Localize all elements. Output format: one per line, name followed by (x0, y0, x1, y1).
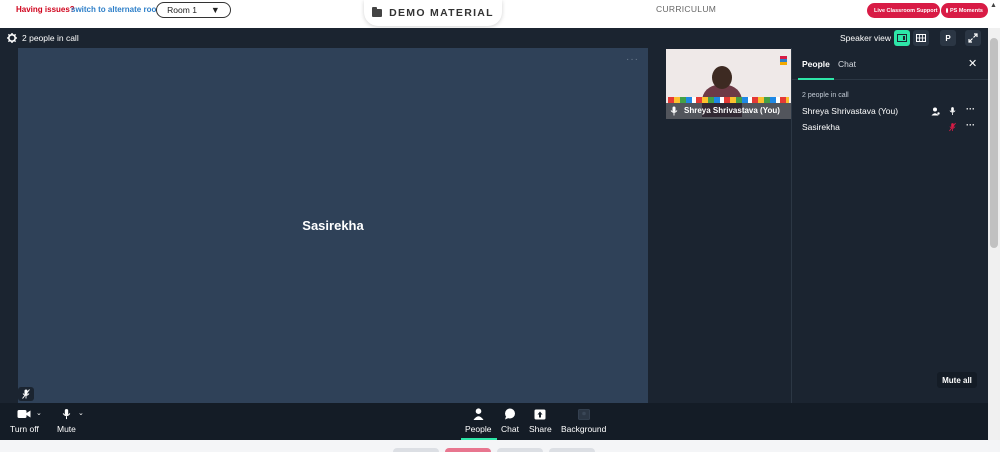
speaker-view-button[interactable] (894, 30, 910, 46)
mic-icon (670, 106, 678, 116)
people-label: People (465, 424, 492, 434)
mute-button[interactable]: Mute (57, 407, 76, 434)
people-button[interactable]: People (465, 407, 491, 434)
panel-tabs: People Chat ✕ (792, 48, 989, 80)
ps-moments-label: PS Moments (949, 7, 983, 14)
mute-all-button[interactable]: Mute all (937, 372, 977, 388)
bottom-tab-peek (393, 448, 439, 452)
grid-view-button[interactable] (913, 30, 929, 46)
more-icon[interactable]: ··· (966, 104, 975, 114)
gear-icon[interactable] (7, 33, 17, 43)
speaker-view-icon (897, 34, 907, 42)
more-icon[interactable]: ··· (626, 54, 639, 65)
demo-material-button[interactable]: DEMO MATERIAL (364, 0, 502, 26)
mute-label: Mute (57, 424, 76, 434)
share-label: Share (529, 424, 552, 434)
muted-badge (18, 387, 34, 401)
call-controls: Turn off ⌄ Mute ⌄ People Chat Share Back… (0, 403, 988, 440)
top-bar: Having issues? switch to alternate room … (0, 0, 1000, 28)
bottom-tab-peek (445, 448, 491, 452)
call-window: 2 people in call Speaker view P ··· Sasi… (0, 28, 989, 440)
participant-name: Shreya Shrivastava (You) (802, 106, 899, 116)
turn-off-camera-button[interactable]: Turn off (10, 407, 39, 434)
caret-down-icon: ▼ (210, 5, 220, 15)
chat-bubble-icon (502, 407, 518, 421)
bottom-tab-peek (497, 448, 543, 452)
participant-row[interactable]: Sasirekha ··· (802, 120, 982, 135)
call-header: 2 people in call Speaker view P (0, 28, 988, 48)
close-icon[interactable]: ✕ (968, 57, 977, 70)
fullscreen-button[interactable] (965, 30, 981, 46)
fullscreen-icon (968, 33, 978, 43)
mic-off-icon[interactable] (947, 121, 957, 133)
camera-icon (16, 407, 32, 421)
folder-icon (372, 7, 383, 17)
chevron-down-icon[interactable]: ⌄ (78, 409, 84, 417)
chat-label: Chat (501, 424, 519, 434)
speaker-view-label: Speaker view (840, 33, 892, 43)
share-button[interactable]: Share (529, 407, 552, 434)
live-support-button[interactable]: Live Classroom Support (867, 3, 940, 18)
p-button[interactable]: P (940, 30, 956, 46)
demo-material-label: DEMO MATERIAL (389, 7, 494, 19)
people-count: 2 people in call (22, 33, 79, 43)
host-icon (930, 105, 940, 117)
scroll-up-icon[interactable]: ▲ (990, 2, 997, 9)
self-name-overlay: Shreya Shrivastava (You) (666, 103, 791, 119)
issues-text: Having issues? (16, 5, 75, 14)
turn-off-label: Turn off (10, 424, 39, 434)
ps-moments-button[interactable]: PS Moments (941, 3, 988, 18)
wall-logo-icon (780, 56, 787, 65)
scrollbar-thumb[interactable] (990, 38, 998, 248)
participant-row[interactable]: Shreya Shrivastava (You) ··· (802, 104, 982, 119)
tab-chat[interactable]: Chat (838, 59, 856, 69)
live-support-label: Live Classroom Support (874, 7, 938, 14)
grid-view-icon (916, 34, 926, 42)
self-name: Shreya Shrivastava (You) (684, 106, 780, 115)
chat-button[interactable]: Chat (501, 407, 519, 434)
more-icon[interactable]: ··· (966, 120, 975, 130)
chevron-down-icon[interactable]: ⌄ (36, 409, 42, 417)
person-icon (470, 407, 486, 421)
people-panel: People Chat ✕ 2 people in call Shreya Sh… (791, 48, 989, 403)
background-label: Background (561, 424, 607, 434)
participant-name: Sasirekha (802, 122, 840, 132)
page-scrollbar[interactable] (988, 28, 1000, 440)
self-video-person-head (712, 66, 732, 89)
room-select[interactable]: Room 1 ▼ (156, 2, 231, 18)
tab-people[interactable]: People (802, 59, 830, 69)
self-video-tile[interactable]: Shreya Shrivastava (You) (666, 49, 791, 119)
background-icon (576, 407, 592, 421)
mic-off-icon (22, 389, 30, 399)
switch-room-link[interactable]: switch to alternate room (71, 5, 163, 14)
room-select-value: Room 1 (167, 5, 197, 15)
moments-icon (946, 8, 948, 13)
share-icon (532, 407, 548, 421)
background-button[interactable]: Background (561, 407, 606, 434)
curriculum-link[interactable]: CURRICULUM (656, 4, 716, 14)
mic-icon (58, 407, 74, 421)
speaker-name: Sasirekha (302, 218, 364, 233)
panel-people-count: 2 people in call (802, 92, 849, 99)
active-tab-indicator (798, 78, 834, 80)
main-video-tile[interactable]: ··· Sasirekha (18, 48, 648, 403)
bottom-tab-peek (549, 448, 595, 452)
mic-icon[interactable] (947, 105, 957, 117)
